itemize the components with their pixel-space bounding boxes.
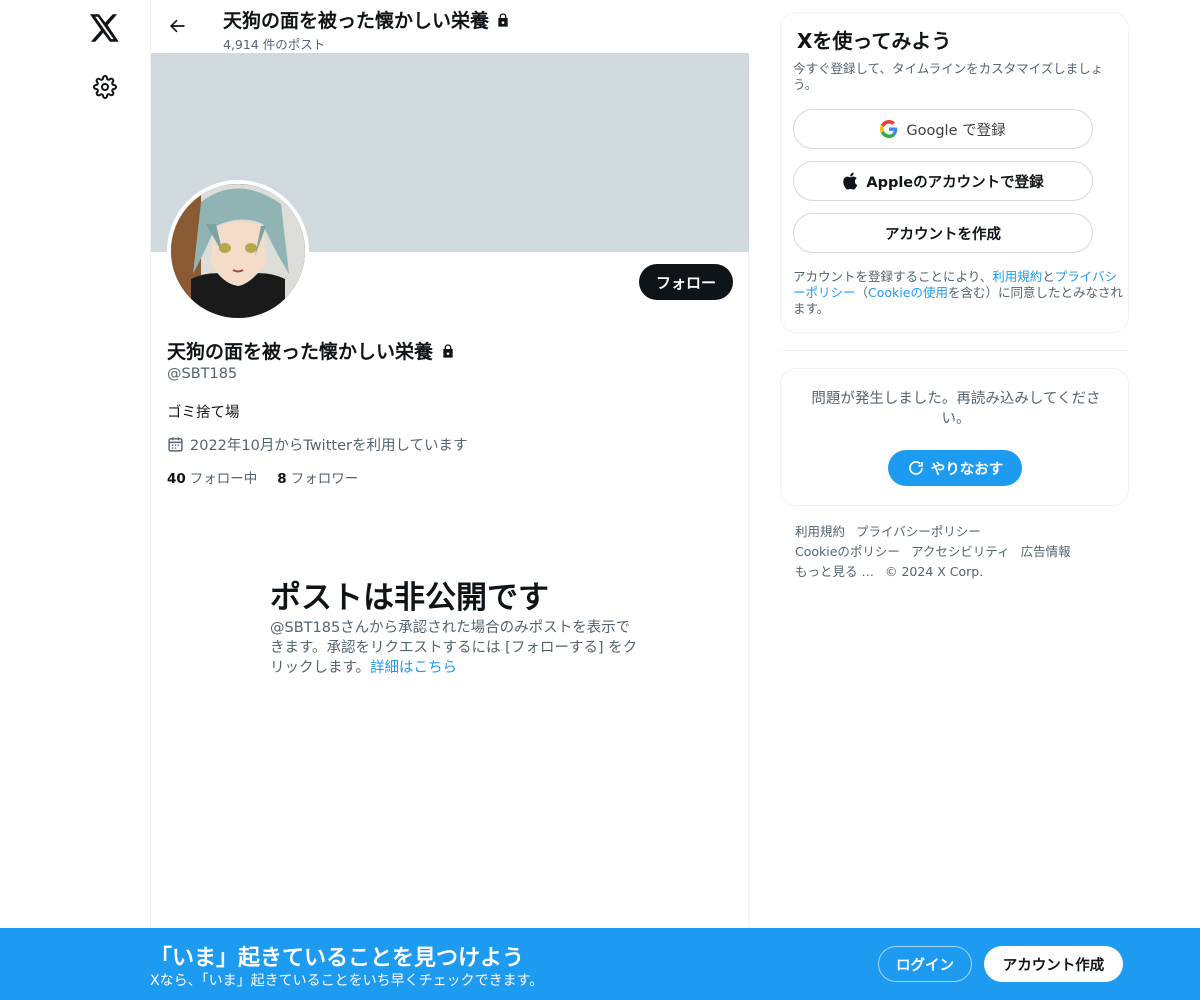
- apple-signup-button[interactable]: Appleのアカウントで登録: [793, 161, 1093, 201]
- signup-title: Xを使ってみよう: [797, 29, 952, 53]
- settings-gear-icon[interactable]: [80, 62, 130, 112]
- back-arrow-icon[interactable]: [159, 8, 195, 44]
- avatar[interactable]: [167, 180, 309, 322]
- followers-count: 8: [277, 471, 287, 487]
- followers-link[interactable]: 8 フォロワー: [277, 467, 358, 487]
- calendar-icon: [168, 437, 183, 452]
- private-posts-description: @SBT185さんから承認された場合のみポストを表示できます。承認をリクエストす…: [270, 618, 640, 678]
- following-label: フォロー中: [189, 471, 258, 487]
- footer-cookie-link[interactable]: Cookieのポリシー: [795, 544, 900, 559]
- signup-description: 今すぐ登録して、タイムラインをカスタマイズしましょう。: [793, 61, 1104, 92]
- lock-icon: [443, 343, 453, 358]
- google-signup-label: Google で登録: [906, 122, 1006, 139]
- app-root: 天狗の面を被った懐かしい栄養 4,914 件のポスト フォロー 天狗の面を被った…: [0, 0, 1200, 1000]
- cookie-use-link[interactable]: Cookieの使用: [868, 285, 948, 300]
- refresh-icon: [908, 461, 923, 475]
- terms-link[interactable]: 利用規約: [992, 269, 1042, 284]
- footer-terms-link[interactable]: 利用規約: [795, 524, 845, 539]
- footer-privacy-link[interactable]: プライバシーポリシー: [856, 524, 981, 539]
- x-logo-icon[interactable]: [80, 3, 130, 53]
- apple-signup-label: Appleのアカウントで登録: [866, 174, 1044, 191]
- follow-button[interactable]: フォロー: [639, 264, 733, 300]
- retry-button[interactable]: やりなおす: [888, 450, 1022, 486]
- profile-header-bar: 天狗の面を被った懐かしい栄養 4,914 件のポスト: [151, 0, 749, 53]
- google-signup-button[interactable]: Google で登録: [793, 109, 1093, 149]
- header-title-text: 天狗の面を被った懐かしい栄養: [223, 10, 490, 32]
- lock-icon: [498, 12, 508, 27]
- create-account-button[interactable]: アカウントを作成: [793, 213, 1093, 253]
- login-button[interactable]: ログイン: [878, 946, 972, 982]
- apple-icon: [843, 172, 858, 190]
- follow-stats: 40 フォロー中 8 フォロワー: [167, 467, 358, 487]
- retry-label: やりなおす: [930, 461, 1004, 478]
- bottom-signup-bar: 「いま」起きていることを見つけよう Xなら、「いま」起きていることをいち早くチェ…: [0, 928, 1200, 1000]
- error-message: 問題が発生しました。再読み込みしてください。: [811, 391, 1101, 427]
- sidebar-divider: [780, 350, 1129, 351]
- left-nav: [0, 0, 150, 1000]
- following-link[interactable]: 40 フォロー中: [167, 467, 257, 487]
- display-name: 天狗の面を被った懐かしい栄養: [167, 337, 456, 364]
- display-name-text: 天狗の面を被った懐かしい栄養: [167, 341, 434, 363]
- followers-label: フォロワー: [290, 471, 359, 487]
- google-icon: [880, 120, 898, 138]
- header-title: 天狗の面を被った懐かしい栄養: [223, 6, 511, 33]
- legal-text-2: と: [1042, 269, 1055, 284]
- bottom-bar-title: 「いま」起きていることを見つけよう: [150, 946, 525, 971]
- footer-accessibility-link[interactable]: アクセシビリティ: [911, 544, 1010, 559]
- profile-handle: @SBT185: [167, 366, 238, 382]
- bottom-bar-subtitle: Xなら、「いま」起きていることをいち早くチェックできます。: [150, 973, 544, 989]
- footer-links: 利用規約 プライバシーポリシー Cookieのポリシー アクセシビリティ 広告情報 も…: [795, 522, 1115, 582]
- error-card: 問題が発生しました。再読み込みしてください。 やりなおす: [780, 368, 1129, 506]
- profile-column: 天狗の面を被った懐かしい栄養 4,914 件のポスト フォロー 天狗の面を被った…: [150, 0, 749, 1000]
- post-count: 4,914 件のポスト: [223, 37, 326, 52]
- footer-more-link[interactable]: もっと見る …: [795, 564, 874, 579]
- learn-more-link[interactable]: 詳細はこちら: [370, 660, 457, 676]
- signup-button[interactable]: アカウント作成: [984, 946, 1123, 982]
- private-posts-title: ポストは非公開です: [270, 580, 549, 616]
- following-count: 40: [167, 471, 186, 487]
- legal-text-1: アカウントを登録することにより、: [793, 269, 993, 284]
- legal-text-3: （: [855, 285, 869, 300]
- joined-date-text: 2022年10月からTwitterを利用しています: [190, 438, 468, 454]
- profile-bio: ゴミ捨て場: [167, 405, 240, 421]
- signup-legal: アカウントを登録することにより、利用規約とプライバシーポリシー（Cookieの使…: [793, 269, 1123, 317]
- joined-date: 2022年10月からTwitterを利用しています: [167, 434, 468, 455]
- footer-ads-link[interactable]: 広告情報: [1021, 544, 1071, 559]
- create-account-label: アカウントを作成: [885, 226, 1001, 243]
- signup-card: Xを使ってみよう 今すぐ登録して、タイムラインをカスタマイズしましょう。 Goo…: [780, 12, 1129, 333]
- footer-copyright: © 2024 X Corp.: [884, 564, 984, 579]
